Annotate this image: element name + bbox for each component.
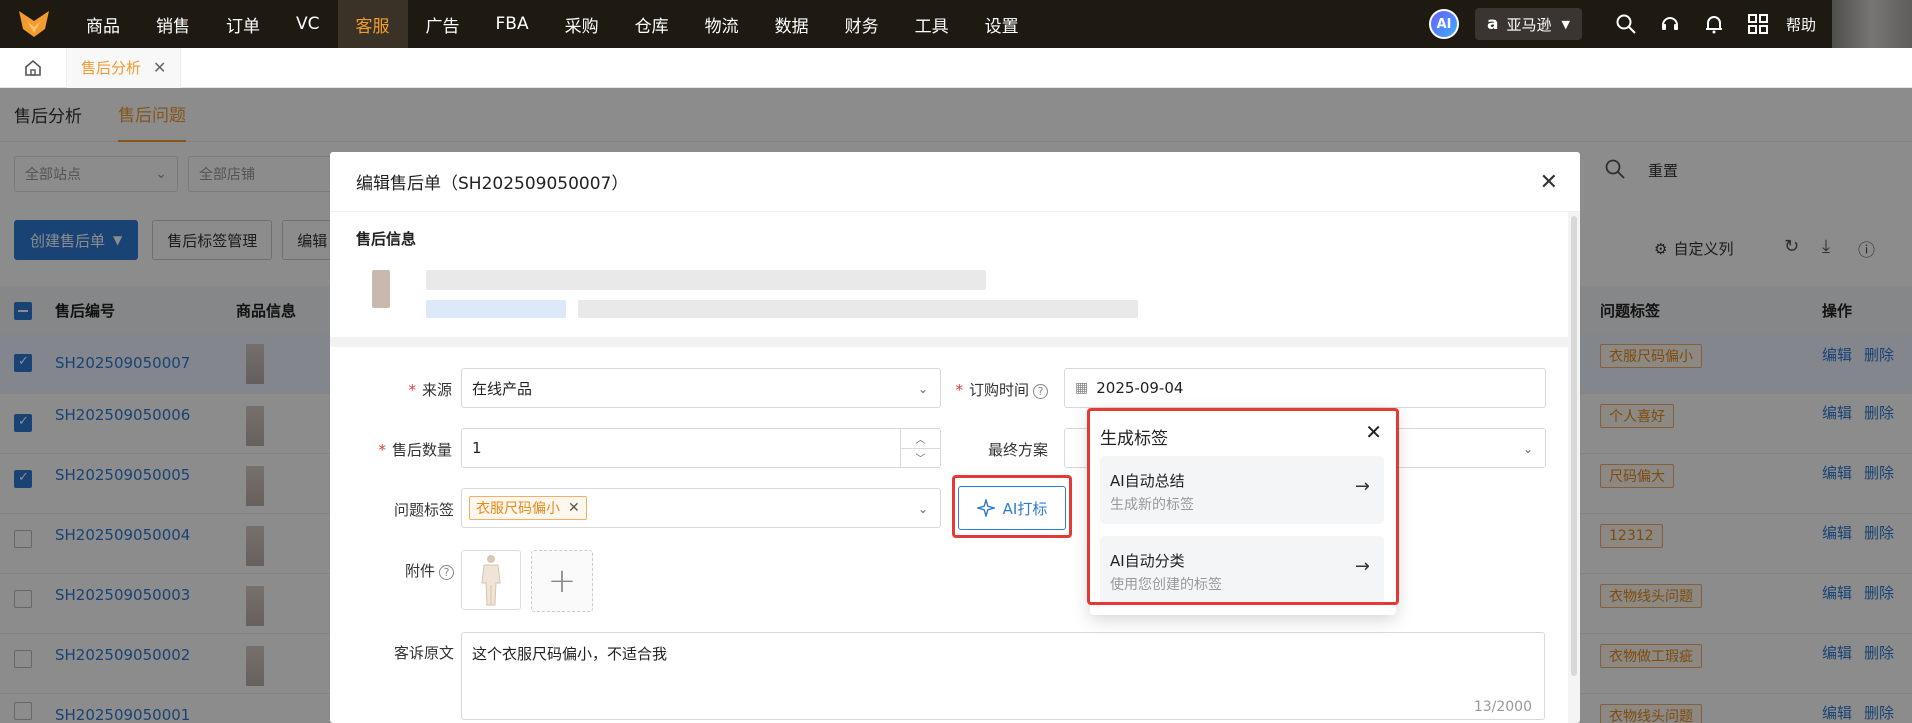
help-link[interactable]: 帮助 [1786, 14, 1816, 35]
store-selector[interactable]: a 亚马逊 ▼ [1475, 8, 1582, 40]
bell-icon[interactable] [1701, 11, 1727, 37]
tag-chip: 衣服尺码偏小 ✕ [469, 496, 587, 520]
product-thumbnail [372, 270, 390, 308]
open-tab-label: 售后分析 [81, 59, 142, 77]
required-mark: * [408, 381, 416, 399]
nav-item-orders[interactable]: 订单 [208, 0, 278, 48]
nav-item-products[interactable]: 商品 [68, 0, 138, 48]
help-icon[interactable]: ? [439, 565, 454, 580]
plus-icon: + [547, 561, 577, 601]
attachment-thumbnail[interactable] [461, 550, 521, 610]
source-select-value: 在线产品 [472, 379, 533, 398]
nav-item-data[interactable]: 数据 [757, 0, 827, 48]
open-tab-aftersales-analysis[interactable]: 售后分析 ✕ [66, 47, 182, 88]
source-label-text: 来源 [421, 381, 452, 399]
garment-image-icon [481, 555, 501, 606]
section-title: 售后信息 [356, 230, 417, 248]
amazon-logo-icon: a [1487, 14, 1499, 34]
close-icon[interactable]: ✕ [153, 58, 166, 77]
attachment-label-text: 附件 [404, 562, 435, 580]
ai-assistant-badge[interactable]: AI [1429, 9, 1460, 39]
store-selector-label: 亚马逊 [1506, 15, 1552, 34]
order-time-date-picker[interactable]: ▦ 2025-09-04 [1064, 368, 1546, 408]
nav-item-tools[interactable]: 工具 [897, 0, 967, 48]
modal-header: 编辑售后单（SH202509050007） ✕ [330, 152, 1580, 212]
complaint-label: 客诉原文 [393, 644, 454, 662]
calendar-icon: ▦ [1075, 380, 1089, 396]
highlight-box-popover [1087, 408, 1399, 605]
close-icon[interactable]: ✕ [1540, 170, 1558, 195]
page-tab-bar: 售后分析 ✕ [0, 47, 1912, 88]
apps-grid-icon[interactable] [1745, 11, 1771, 37]
remove-tag-icon[interactable]: ✕ [568, 500, 580, 516]
modal-scrollbar[interactable] [1568, 212, 1580, 723]
product-sku-blurred [426, 300, 566, 318]
user-avatar[interactable] [1832, 0, 1912, 48]
chevron-down-icon: ⌄ [917, 502, 928, 516]
nav-item-finance[interactable]: 财务 [827, 0, 897, 48]
fox-logo-icon [19, 11, 49, 37]
section-divider [330, 337, 1568, 347]
home-icon[interactable] [0, 58, 66, 78]
tags-label: 问题标签 [393, 501, 454, 519]
highlight-box-ai-button [952, 475, 1072, 538]
search-icon[interactable] [1613, 11, 1639, 37]
required-mark: * [955, 381, 963, 399]
required-mark: * [378, 441, 386, 459]
nav-item-customer-service[interactable]: 客服 [337, 0, 408, 48]
attachment-label: 附件? [332, 560, 454, 581]
final-plan-label: 最终方案 [987, 441, 1048, 459]
scrollbar-thumb[interactable] [1571, 216, 1577, 676]
nav-item-logistics[interactable]: 物流 [687, 0, 757, 48]
char-counter: 13/2000 [1473, 699, 1532, 715]
nav-item-sales[interactable]: 销售 [138, 0, 208, 48]
tag-chip-label: 衣服尺码偏小 [476, 501, 560, 517]
complaint-textarea[interactable]: 这个衣服尺码偏小，不适合我 13/2000 [461, 632, 1545, 720]
nav-item-ads[interactable]: 广告 [408, 0, 478, 48]
app-logo[interactable] [0, 0, 68, 48]
nav-right: AI a 亚马逊 ▼ 帮助 [1429, 0, 1912, 48]
nav-item-settings[interactable]: 设置 [967, 0, 1037, 48]
add-attachment-button[interactable]: + [531, 550, 593, 612]
qty-value: 1 [472, 439, 482, 457]
product-title-blurred [426, 270, 986, 290]
headset-icon[interactable] [1657, 11, 1683, 37]
complaint-text: 这个衣服尺码偏小，不适合我 [472, 645, 668, 663]
tags-select[interactable]: 衣服尺码偏小 ✕ ⌄ [461, 488, 941, 528]
chevron-down-icon: ⌄ [1522, 442, 1533, 456]
top-nav: 商品 销售 订单 VC 客服 广告 FBA 采购 仓库 物流 数据 财务 工具 … [0, 0, 1912, 48]
qty-stepper[interactable]: 1 ︿ ﹀ [461, 428, 941, 468]
help-icon[interactable]: ? [1033, 384, 1048, 399]
source-label: * 来源 [332, 379, 452, 400]
nav-item-vc[interactable]: VC [278, 0, 338, 48]
nav-item-fba[interactable]: FBA [478, 0, 547, 48]
qty-label: * 售后数量 [332, 439, 452, 460]
caret-down-icon: ▼ [1561, 17, 1570, 31]
product-meta-blurred [578, 300, 1138, 318]
qty-label-text: 售后数量 [391, 441, 452, 459]
order-time-value: 2025-09-04 [1096, 379, 1184, 397]
nav-item-warehouse[interactable]: 仓库 [617, 0, 687, 48]
nav-item-purchase[interactable]: 采购 [547, 0, 617, 48]
order-time-label: * 订购时间? [818, 379, 1048, 400]
modal-title: 编辑售后单（SH202509050007） [356, 174, 629, 194]
order-time-label-text: 订购时间 [968, 381, 1029, 399]
